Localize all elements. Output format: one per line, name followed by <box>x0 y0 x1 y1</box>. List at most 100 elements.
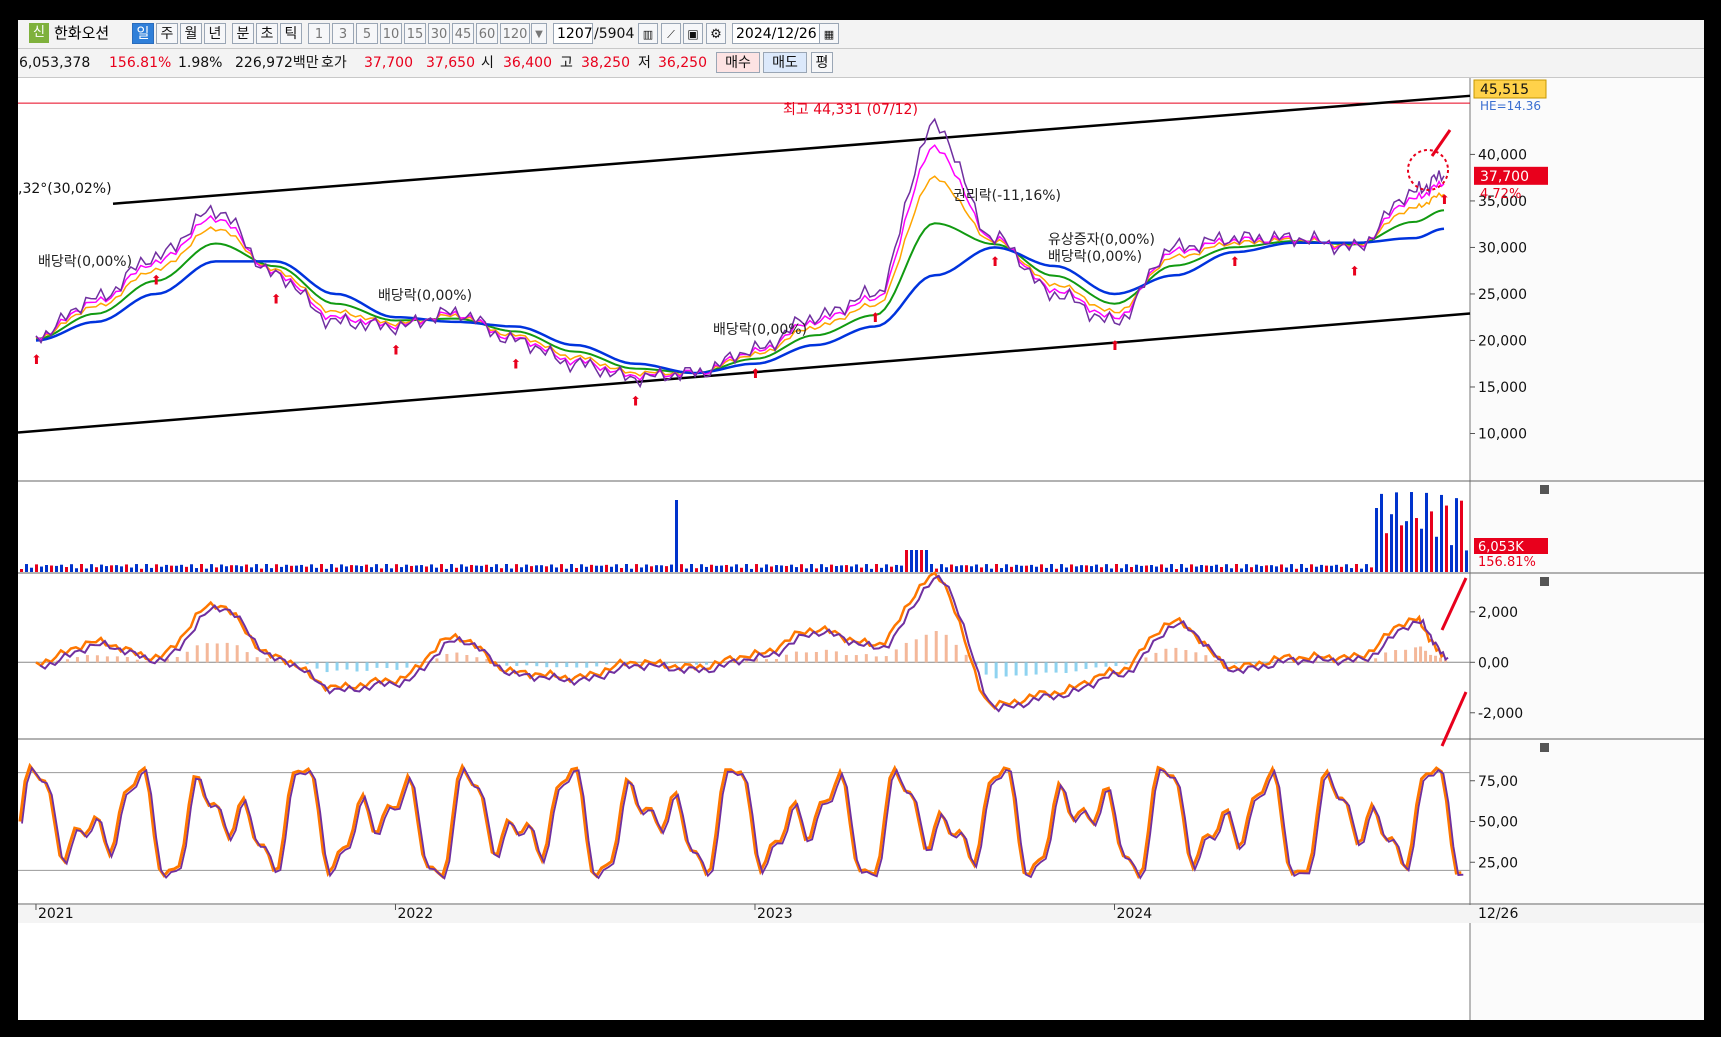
stock-chart[interactable]: ⬆ ⬆ ⬆ ⬆ ⬆ ⬆ ⬆ ⬆ ⬆ ⬆ ⬆ ⬆ ⬆ 10,000 15,000 20,000 25,000 30… <box>18 78 1704 1020</box>
volume-bar <box>680 564 683 572</box>
interval-15-button[interactable]: 15 <box>404 23 426 44</box>
volume-bar <box>225 566 228 572</box>
macd-histogram-bar <box>245 652 249 663</box>
sell-button[interactable]: 매도 <box>763 52 807 73</box>
interval-60-button[interactable]: 60 <box>476 23 498 44</box>
low-price: 36,250 <box>658 55 707 71</box>
volume-bar <box>830 564 833 572</box>
interval-5-button[interactable]: 5 <box>356 23 378 44</box>
volume-bar <box>730 566 733 572</box>
volume-bar <box>120 566 123 572</box>
volume-bar <box>380 568 383 572</box>
macd-histogram-bar <box>235 645 239 663</box>
volume-bar <box>805 568 808 572</box>
volume-bar <box>665 566 668 572</box>
volume-bar <box>65 567 68 572</box>
volume-bar <box>125 564 128 572</box>
macd-histogram-bar <box>1234 662 1238 664</box>
interval-45-button[interactable]: 45 <box>452 23 474 44</box>
interval-1-button[interactable]: 1 <box>308 23 330 44</box>
interval-120-button[interactable]: 120 <box>500 23 530 44</box>
volume-bar <box>115 565 118 572</box>
volume-bar <box>445 568 448 572</box>
macd-histogram-bar <box>1094 662 1098 668</box>
volume-bar <box>475 565 478 572</box>
macd-histogram-bar <box>1114 662 1118 667</box>
period-year-button[interactable]: 년 <box>204 23 226 44</box>
volume-bar <box>630 568 633 572</box>
candle-style-icon[interactable]: ▥ <box>638 23 658 44</box>
period-week-button[interactable]: 주 <box>156 23 178 44</box>
macd-histogram-bar <box>405 662 409 668</box>
volume-bar <box>1235 564 1238 572</box>
settings-gear-icon[interactable]: ⚙ <box>706 23 726 44</box>
unit-second-button[interactable]: 초 <box>256 23 278 44</box>
volume-bar <box>1220 567 1223 572</box>
volume-bar <box>810 564 813 572</box>
interval-10-button[interactable]: 10 <box>380 23 402 44</box>
volume-bar <box>1425 492 1428 572</box>
volume-bar <box>645 564 648 572</box>
volume-bar <box>1325 565 1328 572</box>
stock-name-field[interactable]: 한화오션 <box>51 23 143 44</box>
volume-bar <box>70 564 73 572</box>
period-day-button[interactable]: 일 <box>132 23 154 44</box>
date-input[interactable]: 2024/12/26 <box>732 23 820 44</box>
macd-histogram-bar <box>675 662 679 664</box>
volume-bar <box>775 565 778 572</box>
volume-bar <box>390 568 393 572</box>
volume-bar <box>485 564 488 572</box>
interval-3-button[interactable]: 3 <box>332 23 354 44</box>
buy-button[interactable]: 매수 <box>716 52 760 73</box>
volume-bar <box>1160 564 1163 572</box>
volume-bar <box>1035 566 1038 572</box>
macd-histogram-bar <box>954 644 958 663</box>
period-month-button[interactable]: 월 <box>180 23 202 44</box>
interval-dropdown-icon[interactable]: ▼ <box>531 23 547 44</box>
volume-bar <box>1230 568 1233 572</box>
volume-bar <box>1410 492 1413 572</box>
eval-button[interactable]: 평 <box>811 52 833 73</box>
volume-bar <box>20 569 23 572</box>
macd-histogram-bar <box>415 662 419 664</box>
interval-30-button[interactable]: 30 <box>428 23 450 44</box>
volume-bar <box>905 550 908 572</box>
macd-histogram-bar <box>864 654 868 663</box>
stochastic-tick-label: 75,00 <box>1478 774 1518 790</box>
macd-histogram-bar <box>1024 662 1028 676</box>
x-tick-label: 2024 <box>1116 906 1152 922</box>
volume-bar <box>530 566 533 572</box>
macd-histogram-bar <box>784 654 788 663</box>
macd-tick-label: 2,000 <box>1478 605 1518 621</box>
volume-bar <box>1045 567 1048 572</box>
macd-histogram-bar <box>1134 661 1138 663</box>
volume-bar <box>360 566 363 572</box>
macd-histogram-bar <box>425 661 429 663</box>
macd-histogram-bar <box>1439 657 1443 663</box>
volume-bar <box>505 564 508 572</box>
volume-bar <box>210 564 213 572</box>
volume-bar <box>50 565 53 572</box>
volume-value: 6,053,378 <box>19 55 91 71</box>
save-icon[interactable]: ▣ <box>683 23 703 44</box>
volume-bar <box>790 564 793 572</box>
display-count-input[interactable]: 1207 <box>553 23 593 44</box>
buy-signal-arrow: ⬆ <box>1349 264 1360 279</box>
volume-bar <box>1020 565 1023 572</box>
volume-bar <box>110 565 113 572</box>
unit-minute-button[interactable]: 분 <box>232 23 254 44</box>
volume-bar <box>970 566 973 572</box>
volume-bar <box>330 564 333 572</box>
volume-bar <box>1080 565 1083 572</box>
volume-bar <box>1375 508 1378 572</box>
volume-bar <box>920 550 923 572</box>
line-tool-icon[interactable]: ⟋ <box>661 23 681 44</box>
event-annotation: 유상증자(0,00%) <box>1048 232 1155 248</box>
calendar-icon[interactable]: ▦ <box>819 23 839 44</box>
unit-tick-button[interactable]: 틱 <box>280 23 302 44</box>
volume-bar <box>705 566 708 572</box>
volume-bar <box>1085 565 1088 572</box>
volume-bar <box>1365 564 1368 572</box>
x-tick-label: 2023 <box>757 906 793 922</box>
macd-histogram-bar <box>225 642 229 663</box>
